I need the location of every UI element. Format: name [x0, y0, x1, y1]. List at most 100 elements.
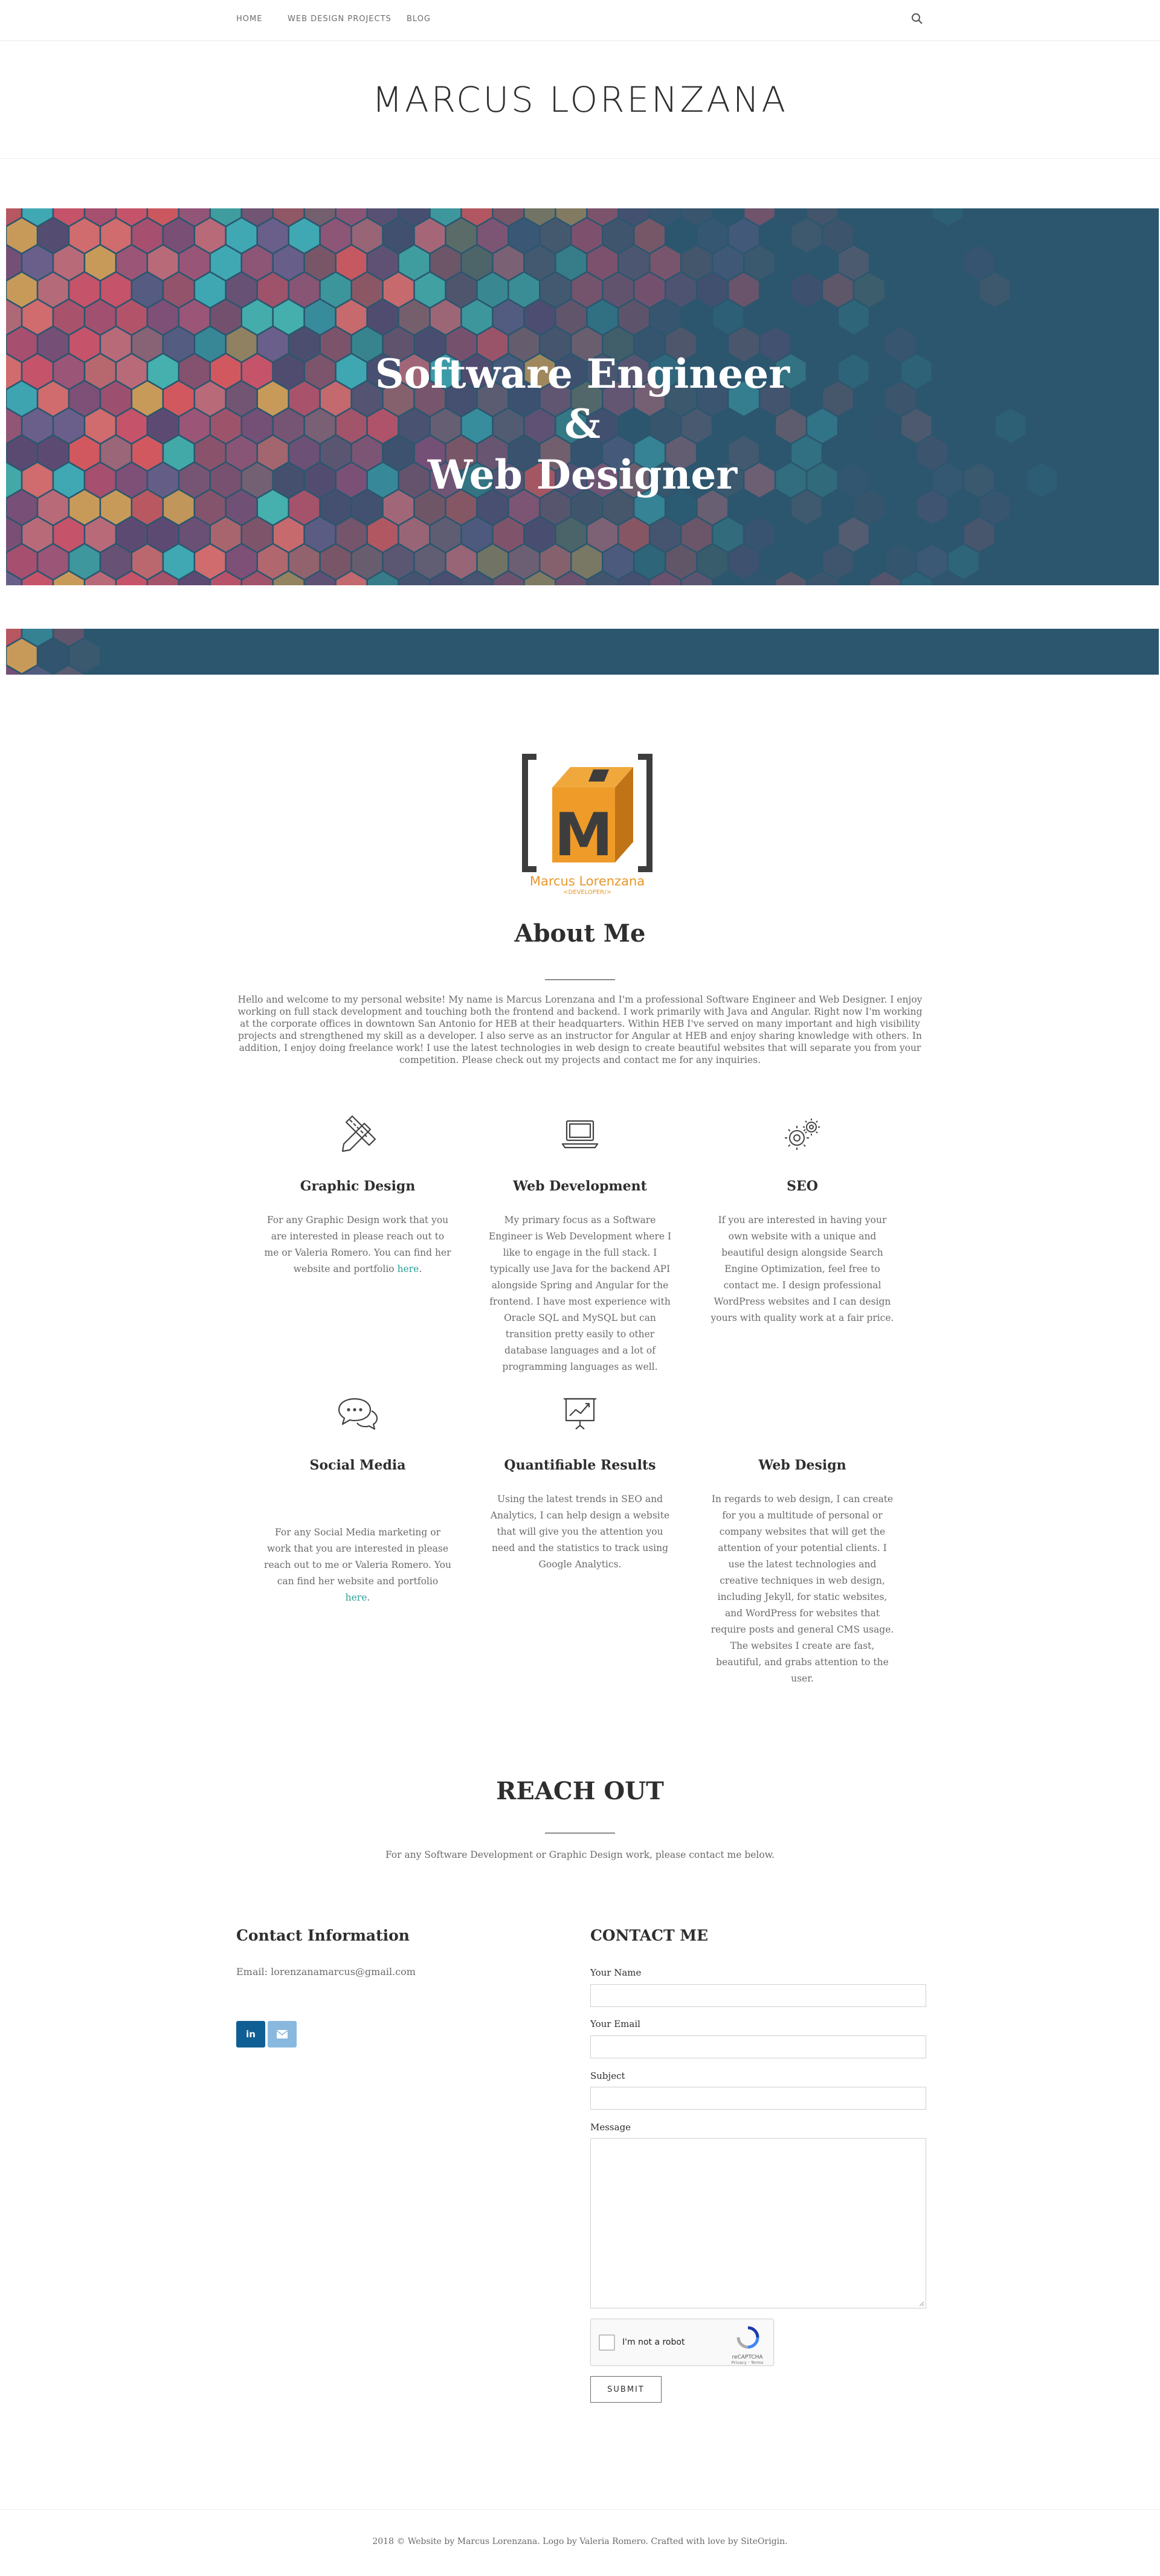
hexagon-tile	[38, 638, 68, 673]
submit-button[interactable]: SUBMIT	[590, 2376, 662, 2403]
reach-out-divider	[545, 1832, 615, 1834]
hexagon-tile	[603, 544, 633, 579]
hexagon-tile	[383, 544, 414, 579]
about-divider	[545, 979, 615, 980]
subject-label: Subject	[590, 2070, 625, 2081]
site-title[interactable]: MARCUS LORENZANA	[0, 79, 1160, 120]
hexagon-tile	[399, 300, 430, 335]
hexagon-tile	[383, 218, 414, 253]
hexagon-tile	[227, 544, 257, 579]
hexagon-tile	[7, 218, 37, 253]
hexagon-tile	[336, 300, 367, 335]
nav-link-blog[interactable]: BLOG	[407, 14, 431, 24]
hexagon-tile	[980, 272, 1010, 307]
hexagon-tile	[556, 517, 586, 552]
hexagon-tile	[132, 544, 163, 579]
hexagon-tile	[242, 245, 272, 280]
nav-inner: HOME WEB DESIGN PROJECTS BLOG	[236, 0, 924, 41]
hexagon-tile	[414, 272, 445, 307]
hexagon-tile	[54, 245, 84, 280]
hexagon-tile	[477, 544, 508, 579]
hexagon-tile	[823, 544, 853, 579]
gears-icon	[785, 1119, 820, 1150]
feature-title: Social Media	[309, 1457, 406, 1473]
linkedin-button[interactable]: in	[236, 2021, 265, 2048]
subject-input[interactable]	[590, 2087, 926, 2110]
email-input[interactable]	[590, 2035, 926, 2058]
hexagon-tile	[572, 544, 602, 579]
hexagon-tile	[540, 218, 570, 253]
nav-link-web-design-projects[interactable]: WEB DESIGN PROJECTS	[288, 14, 392, 24]
logo-tagline: <DEVELOPER/>	[563, 889, 611, 896]
hexagon-tile	[38, 272, 68, 307]
hexagon-tile	[713, 300, 743, 335]
hexagon-tile	[164, 544, 194, 579]
hexagon-tile	[179, 517, 210, 552]
hexagon-tile	[509, 272, 539, 307]
recaptcha-links[interactable]: Privacy - Terms	[726, 2360, 768, 2365]
hexagon-tile	[69, 218, 100, 253]
contact-email: Email: lorenzanamarcus@gmail.com	[236, 1966, 416, 1977]
hexagon-tile	[85, 300, 115, 335]
hexagon-tile	[69, 638, 100, 673]
marcus-lorenzana-logo: M Marcus Lorenzana <DEVELOPER/>	[522, 754, 652, 896]
hexagon-tile	[650, 245, 680, 280]
name-input[interactable]	[590, 1984, 926, 2007]
nav-link-home[interactable]: HOME	[236, 14, 262, 24]
hexagon-tile	[619, 300, 649, 335]
pencil-ruler-icon	[341, 1115, 376, 1152]
hexagon-tile	[949, 544, 979, 579]
hexagon-tile	[603, 218, 633, 253]
email-label: Your Email	[590, 2019, 640, 2029]
hexagon-tile	[666, 272, 696, 307]
hexagon-tile	[666, 544, 696, 579]
hexagon-tile	[697, 544, 727, 579]
hexagon-tile	[839, 517, 869, 552]
hexagon-tile	[791, 218, 822, 253]
hexagon-tile	[336, 245, 367, 280]
hexagon-tile	[179, 245, 210, 280]
hero-headline: Software Engineer & Web Designer	[6, 353, 1159, 504]
hexagon-tile	[101, 272, 131, 307]
hexagon-tile	[744, 245, 775, 280]
hexagon-tile	[85, 245, 115, 280]
hexagon-tile	[964, 245, 994, 280]
feature-text: For any Graphic Design work that you are…	[264, 1215, 451, 1274]
recaptcha-checkbox[interactable]	[599, 2334, 615, 2351]
hexagon-tile	[304, 517, 335, 552]
hexagon-tile	[446, 218, 477, 253]
hexagon-tile	[634, 544, 665, 579]
hexagon-tile	[697, 272, 727, 307]
hexagon-tile	[729, 218, 759, 253]
hexagon-tile	[54, 517, 84, 552]
hexagon-tile	[274, 300, 304, 335]
hexagon-tile	[399, 245, 430, 280]
message-textarea[interactable]	[590, 2138, 926, 2308]
hexagon-tile	[336, 517, 367, 552]
hexagon-tile	[823, 272, 853, 307]
hexagon-tile	[430, 300, 461, 335]
hexagon-tile	[289, 272, 320, 307]
hexagon-tile	[839, 245, 869, 280]
hexagon-tile	[22, 245, 53, 280]
hexagon-tile	[917, 544, 947, 579]
hexagon-tile	[729, 272, 759, 307]
portfolio-link[interactable]: here	[398, 1264, 419, 1274]
hexagon-tile	[258, 544, 288, 579]
hexagon-tile	[540, 272, 570, 307]
hexagon-tile	[69, 272, 100, 307]
hexagon-tile	[414, 218, 445, 253]
portfolio-link[interactable]: here	[346, 1592, 367, 1603]
resize-handle-icon[interactable]	[918, 2301, 924, 2307]
hexagon-tile	[7, 638, 37, 673]
hero-line-3: Web Designer	[427, 451, 738, 498]
hexagon-tile	[304, 300, 335, 335]
hexagon-tile	[430, 517, 461, 552]
feature-title: Quantifiable Results	[504, 1457, 656, 1473]
search-icon[interactable]	[910, 12, 924, 25]
hero-line-1: Software Engineer	[375, 350, 790, 397]
email-button[interactable]	[268, 2021, 297, 2048]
hexagon-tile	[619, 245, 649, 280]
feature-title: Web Development	[513, 1178, 647, 1194]
laptop-icon	[561, 1120, 599, 1149]
